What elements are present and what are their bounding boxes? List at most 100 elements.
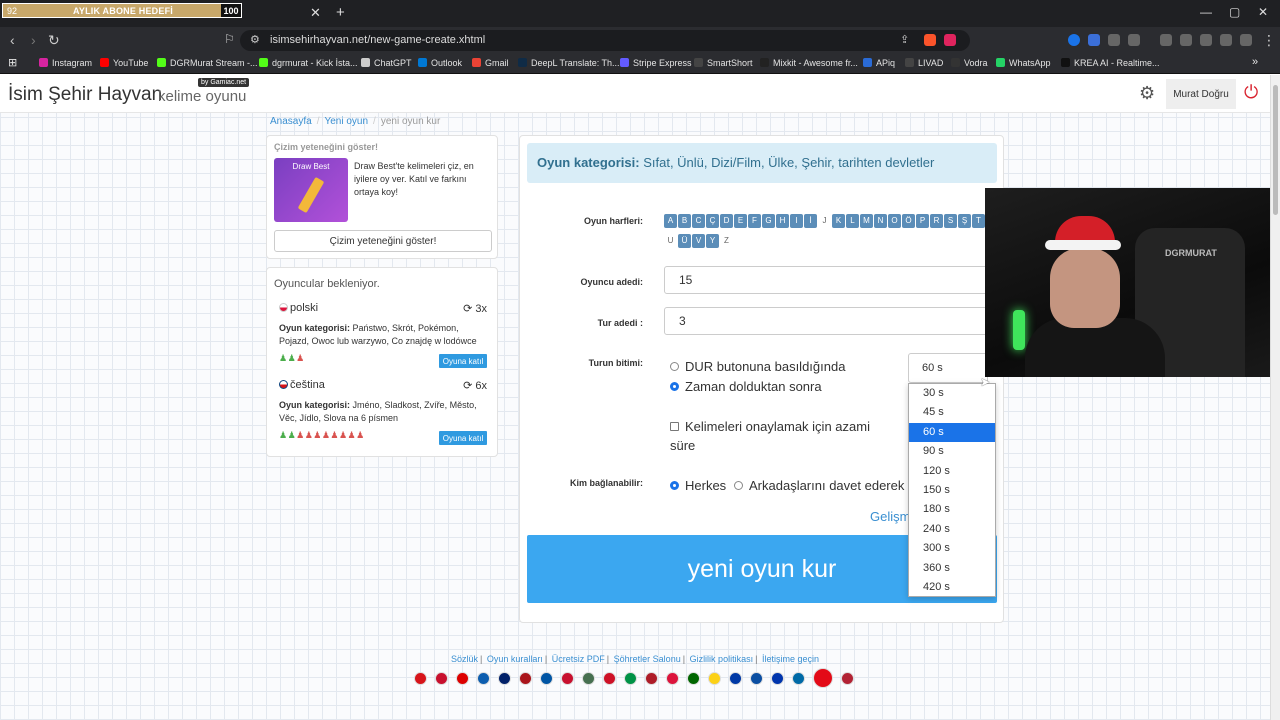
time-option[interactable]: 300 s	[909, 539, 995, 558]
time-option[interactable]: 45 s	[909, 403, 995, 422]
language-flag-icon[interactable]	[540, 671, 553, 685]
letter-toggle[interactable]: Ö	[902, 214, 915, 228]
who-everyone-option[interactable]: Herkes	[670, 478, 726, 493]
extensions-puzzle-icon[interactable]	[1108, 34, 1120, 46]
bookmark-item[interactable]: Mixkit - Awesome fr...	[760, 58, 858, 68]
time-option[interactable]: 120 s	[909, 462, 995, 481]
footer-link[interactable]: İletişime geçin	[762, 654, 819, 664]
brave-shield-icon[interactable]	[924, 34, 936, 46]
letter-toggle[interactable]: P	[916, 214, 929, 228]
extension-icon[interactable]	[1068, 34, 1080, 46]
letter-toggle[interactable]: Ü	[678, 234, 691, 248]
letter-toggle[interactable]: J	[818, 214, 831, 228]
extension-icon[interactable]	[1128, 34, 1140, 46]
time-option[interactable]: 420 s	[909, 578, 995, 597]
bookmark-item[interactable]: KREA AI - Realtime...	[1061, 58, 1160, 68]
extension-icon[interactable]	[1088, 34, 1100, 46]
who-invite-option[interactable]: Arkadaşlarını davet ederek	[734, 478, 904, 493]
letter-toggle[interactable]: K	[832, 214, 845, 228]
time-option[interactable]: 90 s	[909, 442, 995, 461]
letter-toggle[interactable]: Ş	[958, 214, 971, 228]
letter-toggle[interactable]: B	[678, 214, 691, 228]
url-bar[interactable]: ⚙ isimsehirhayvan.net/new-game-create.xh…	[240, 30, 970, 51]
breadcrumb-new-game[interactable]: Yeni oyun	[324, 116, 368, 127]
language-flag-icon[interactable]	[519, 671, 532, 685]
letter-toggle[interactable]: Z	[720, 234, 733, 248]
site-logo[interactable]: İsim Şehir Hayvan	[8, 84, 162, 106]
letter-toggle[interactable]: U	[664, 234, 677, 248]
round-end-stop-option[interactable]: DUR butonuna basıldığında	[670, 359, 845, 374]
time-option[interactable]: 60 s	[909, 422, 995, 443]
bookmark-item[interactable]: DeepL Translate: Th...	[518, 58, 620, 68]
footer-link[interactable]: Oyun kuralları	[487, 654, 543, 664]
vpn-icon[interactable]	[1240, 34, 1252, 46]
bookmark-item[interactable]: WhatsApp	[996, 58, 1051, 68]
language-flag-icon[interactable]	[645, 671, 658, 685]
letter-toggle[interactable]: D	[720, 214, 733, 228]
language-flag-icon[interactable]	[624, 671, 637, 685]
time-option[interactable]: 180 s	[909, 500, 995, 519]
page-scrollbar[interactable]	[1270, 75, 1280, 720]
settings-gear-icon[interactable]: ⚙	[1139, 83, 1155, 104]
letter-toggle[interactable]: L	[846, 214, 859, 228]
language-flag-icon[interactable]	[792, 671, 805, 685]
language-flag-icon[interactable]	[414, 671, 427, 685]
sidebar-icon[interactable]	[1180, 34, 1192, 46]
bookmark-item[interactable]: APiq	[863, 58, 895, 68]
join-room-button[interactable]: Oyuna katıl	[439, 431, 487, 445]
wallet-icon[interactable]	[1200, 34, 1212, 46]
round-time-select[interactable]: 60 s	[908, 353, 988, 383]
letter-toggle[interactable]: M	[860, 214, 873, 228]
reload-icon[interactable]: ↻	[48, 32, 60, 49]
letter-toggle[interactable]: H	[776, 214, 789, 228]
footer-link[interactable]: Şöhretler Salonu	[614, 654, 681, 664]
draw-best-image[interactable]: Draw Best	[274, 158, 348, 222]
language-flag-icon[interactable]	[750, 671, 763, 685]
minimize-icon[interactable]: —	[1200, 5, 1212, 19]
letter-toggle[interactable]: Y	[706, 234, 719, 248]
letter-toggle[interactable]: V	[692, 234, 705, 248]
radio-unchecked[interactable]	[734, 481, 743, 490]
language-flag-icon[interactable]	[813, 668, 833, 688]
language-flag-icon[interactable]	[708, 671, 721, 685]
media-icon[interactable]	[1160, 34, 1172, 46]
rounds-input[interactable]: 3	[664, 307, 994, 335]
language-flag-icon[interactable]	[582, 671, 595, 685]
tab-close-icon[interactable]: ✕	[310, 5, 321, 21]
bookmark-item[interactable]: Instagram	[39, 58, 92, 68]
site-info-icon[interactable]: ⚙	[250, 33, 260, 46]
footer-link[interactable]: Sözlük	[451, 654, 478, 664]
window-close-icon[interactable]: ✕	[1258, 5, 1268, 19]
scrollbar-thumb[interactable]	[1273, 85, 1278, 215]
back-icon[interactable]: ‹	[10, 32, 15, 48]
logout-power-icon[interactable]: ⏻	[1244, 82, 1258, 103]
bookmark-item[interactable]: Gmail	[472, 58, 509, 68]
language-flag-icon[interactable]	[603, 671, 616, 685]
round-end-time-option[interactable]: Zaman dolduktan sonra	[670, 379, 822, 394]
letter-toggle[interactable]: R	[930, 214, 943, 228]
radio-checked[interactable]	[670, 481, 679, 490]
bookmark-item[interactable]: Stripe Express	[620, 58, 692, 68]
letter-toggle[interactable]: I	[790, 214, 803, 228]
bookmark-item[interactable]: Vodra	[951, 58, 988, 68]
letter-toggle[interactable]: F	[748, 214, 761, 228]
letter-toggle[interactable]: Ç	[706, 214, 719, 228]
maximize-icon[interactable]: ▢	[1229, 5, 1240, 19]
confirm-time-checkbox[interactable]: Kelimeleri onaylamak için azami süre	[670, 417, 890, 455]
letter-toggle[interactable]: E	[734, 214, 747, 228]
letter-toggle[interactable]: İ	[804, 214, 817, 228]
menu-icon[interactable]: ⋮	[1262, 32, 1276, 49]
radio-checked[interactable]	[670, 382, 679, 391]
share-icon[interactable]: ⇪	[900, 33, 909, 46]
language-flag-icon[interactable]	[435, 671, 448, 685]
user-button[interactable]: Murat Doğru	[1166, 79, 1236, 109]
join-room-button[interactable]: Oyuna katıl	[439, 354, 487, 368]
bookmark-item[interactable]: ChatGPT	[361, 58, 412, 68]
bookmark-item[interactable]: YouTube	[100, 58, 148, 68]
letter-toggle[interactable]: A	[664, 214, 677, 228]
letter-toggle[interactable]: G	[762, 214, 775, 228]
players-count-input[interactable]: 15	[664, 266, 994, 294]
advanced-settings-link[interactable]: Gelişm	[870, 509, 910, 524]
time-option[interactable]: 360 s	[909, 559, 995, 578]
letter-toggle[interactable]: O	[888, 214, 901, 228]
